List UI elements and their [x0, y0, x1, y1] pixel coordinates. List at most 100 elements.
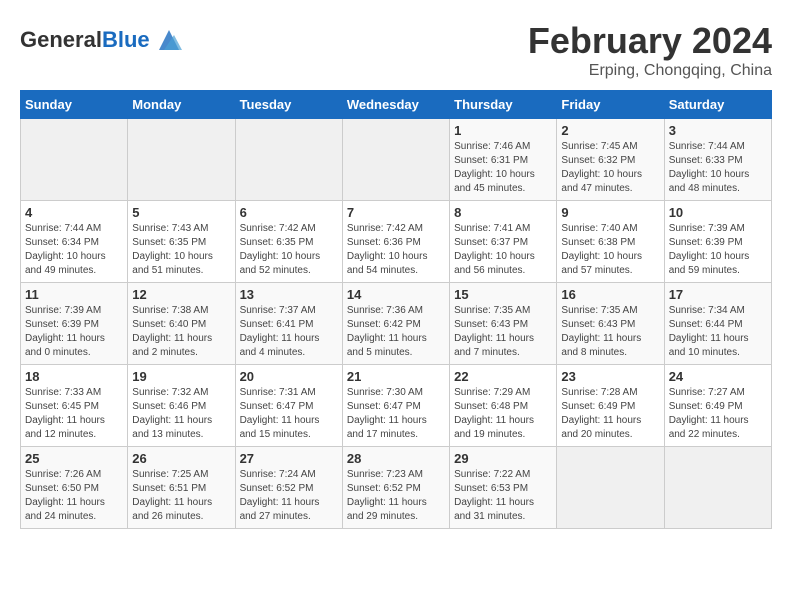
day-info: Sunrise: 7:38 AMSunset: 6:40 PMDaylight:…: [132, 304, 230, 360]
day-cell: 6 Sunrise: 7:42 AMSunset: 6:35 PMDaylight…: [235, 201, 342, 283]
header-friday: Friday: [557, 91, 664, 119]
day-cell: 3 Sunrise: 7:44 AMSunset: 6:33 PMDaylight…: [664, 119, 771, 201]
week-row-4: 18Sunrise: 7:33 AMSunset: 6:45 PMDayligh…: [21, 365, 772, 447]
day-cell: 9 Sunrise: 7:40 AMSunset: 6:38 PMDaylight…: [557, 201, 664, 283]
month-year-title: February 2024: [528, 20, 772, 62]
day-cell: [235, 119, 342, 201]
week-row-3: 11 Sunrise: 7:39 AMSunset: 6:39 PMDayligh…: [21, 283, 772, 365]
title-block: February 2024 Erping, Chongqing, China: [528, 20, 772, 80]
day-cell: 2Sunrise: 7:45 AMSunset: 6:32 PMDaylight…: [557, 119, 664, 201]
page-header: GeneralBlue February 2024 Erping, Chongq…: [20, 20, 772, 80]
day-info: Sunrise: 7:27 AMSunset: 6:49 PMDaylight:…: [669, 386, 767, 442]
day-cell: 28Sunrise: 7:23 AMSunset: 6:52 PMDayligh…: [342, 447, 449, 529]
day-info: Sunrise: 7:31 AMSunset: 6:47 PMDaylight:…: [240, 386, 338, 442]
day-info: Sunrise: 7:40 AMSunset: 6:38 PMDaylight:…: [561, 222, 659, 278]
day-number: 7: [347, 205, 445, 220]
day-number: 9: [561, 205, 659, 220]
day-number: 15: [454, 287, 552, 302]
header-saturday: Saturday: [664, 91, 771, 119]
day-info: Sunrise: 7:42 AMSunset: 6:35 PMDaylight:…: [240, 222, 338, 278]
day-cell: 12 Sunrise: 7:38 AMSunset: 6:40 PMDayligh…: [128, 283, 235, 365]
day-cell: 26 Sunrise: 7:25 AMSunset: 6:51 PMDayligh…: [128, 447, 235, 529]
day-number: 18: [25, 369, 123, 384]
header-monday: Monday: [128, 91, 235, 119]
day-cell: 19 Sunrise: 7:32 AMSunset: 6:46 PMDayligh…: [128, 365, 235, 447]
day-cell: 25 Sunrise: 7:26 AMSunset: 6:50 PMDayligh…: [21, 447, 128, 529]
day-number: 3: [669, 123, 767, 138]
day-info: Sunrise: 7:34 AMSunset: 6:44 PMDaylight:…: [669, 304, 767, 360]
day-number: 26: [132, 451, 230, 466]
calendar-table: SundayMondayTuesdayWednesdayThursdayFrid…: [20, 90, 772, 529]
day-info: Sunrise: 7:39 AMSunset: 6:39 PMDaylight:…: [25, 304, 123, 360]
day-cell: 10Sunrise: 7:39 AMSunset: 6:39 PMDayligh…: [664, 201, 771, 283]
day-info: Sunrise: 7:46 AMSunset: 6:31 PMDaylight:…: [454, 140, 552, 196]
day-number: 21: [347, 369, 445, 384]
day-number: 5: [132, 205, 230, 220]
day-info: Sunrise: 7:25 AMSunset: 6:51 PMDaylight:…: [132, 468, 230, 524]
header-tuesday: Tuesday: [235, 91, 342, 119]
header-wednesday: Wednesday: [342, 91, 449, 119]
logo-general: General: [20, 27, 102, 52]
day-info: Sunrise: 7:24 AMSunset: 6:52 PMDaylight:…: [240, 468, 338, 524]
day-cell: [21, 119, 128, 201]
day-info: Sunrise: 7:35 AMSunset: 6:43 PMDaylight:…: [454, 304, 552, 360]
day-cell: 13 Sunrise: 7:37 AMSunset: 6:41 PMDayligh…: [235, 283, 342, 365]
day-number: 16: [561, 287, 659, 302]
logo: GeneralBlue: [20, 25, 184, 55]
day-info: Sunrise: 7:43 AMSunset: 6:35 PMDaylight:…: [132, 222, 230, 278]
day-cell: 8 Sunrise: 7:41 AMSunset: 6:37 PMDaylight…: [450, 201, 557, 283]
logo-icon: [154, 25, 184, 55]
day-info: Sunrise: 7:30 AMSunset: 6:47 PMDaylight:…: [347, 386, 445, 442]
header-thursday: Thursday: [450, 91, 557, 119]
day-number: 24: [669, 369, 767, 384]
day-number: 23: [561, 369, 659, 384]
day-cell: 4Sunrise: 7:44 AMSunset: 6:34 PMDaylight…: [21, 201, 128, 283]
day-number: 12: [132, 287, 230, 302]
week-row-2: 4Sunrise: 7:44 AMSunset: 6:34 PMDaylight…: [21, 201, 772, 283]
day-info: Sunrise: 7:44 AMSunset: 6:33 PMDaylight:…: [669, 140, 767, 196]
day-cell: [128, 119, 235, 201]
day-info: Sunrise: 7:29 AMSunset: 6:48 PMDaylight:…: [454, 386, 552, 442]
day-cell: 23Sunrise: 7:28 AMSunset: 6:49 PMDayligh…: [557, 365, 664, 447]
day-number: 13: [240, 287, 338, 302]
day-number: 25: [25, 451, 123, 466]
day-info: Sunrise: 7:42 AMSunset: 6:36 PMDaylight:…: [347, 222, 445, 278]
day-info: Sunrise: 7:41 AMSunset: 6:37 PMDaylight:…: [454, 222, 552, 278]
location-title: Erping, Chongqing, China: [528, 62, 772, 80]
day-number: 22: [454, 369, 552, 384]
day-number: 11: [25, 287, 123, 302]
day-number: 20: [240, 369, 338, 384]
day-cell: 5 Sunrise: 7:43 AMSunset: 6:35 PMDaylight…: [128, 201, 235, 283]
day-number: 8: [454, 205, 552, 220]
day-number: 28: [347, 451, 445, 466]
calendar-header-row: SundayMondayTuesdayWednesdayThursdayFrid…: [21, 91, 772, 119]
day-info: Sunrise: 7:26 AMSunset: 6:50 PMDaylight:…: [25, 468, 123, 524]
day-cell: 7 Sunrise: 7:42 AMSunset: 6:36 PMDaylight…: [342, 201, 449, 283]
day-number: 19: [132, 369, 230, 384]
day-cell: 1Sunrise: 7:46 AMSunset: 6:31 PMDaylight…: [450, 119, 557, 201]
day-cell: 27 Sunrise: 7:24 AMSunset: 6:52 PMDayligh…: [235, 447, 342, 529]
day-cell: 17 Sunrise: 7:34 AMSunset: 6:44 PMDayligh…: [664, 283, 771, 365]
day-cell: 24 Sunrise: 7:27 AMSunset: 6:49 PMDayligh…: [664, 365, 771, 447]
day-info: Sunrise: 7:37 AMSunset: 6:41 PMDaylight:…: [240, 304, 338, 360]
day-cell: [557, 447, 664, 529]
day-number: 6: [240, 205, 338, 220]
day-cell: 18Sunrise: 7:33 AMSunset: 6:45 PMDayligh…: [21, 365, 128, 447]
logo-blue: Blue: [102, 27, 150, 52]
week-row-5: 25 Sunrise: 7:26 AMSunset: 6:50 PMDayligh…: [21, 447, 772, 529]
day-info: Sunrise: 7:39 AMSunset: 6:39 PMDaylight:…: [669, 222, 767, 278]
day-number: 14: [347, 287, 445, 302]
week-row-1: 1Sunrise: 7:46 AMSunset: 6:31 PMDaylight…: [21, 119, 772, 201]
day-info: Sunrise: 7:44 AMSunset: 6:34 PMDaylight:…: [25, 222, 123, 278]
day-cell: 29Sunrise: 7:22 AMSunset: 6:53 PMDayligh…: [450, 447, 557, 529]
day-info: Sunrise: 7:45 AMSunset: 6:32 PMDaylight:…: [561, 140, 659, 196]
day-info: Sunrise: 7:36 AMSunset: 6:42 PMDaylight:…: [347, 304, 445, 360]
day-number: 27: [240, 451, 338, 466]
day-info: Sunrise: 7:32 AMSunset: 6:46 PMDaylight:…: [132, 386, 230, 442]
day-cell: 14 Sunrise: 7:36 AMSunset: 6:42 PMDayligh…: [342, 283, 449, 365]
day-cell: [342, 119, 449, 201]
day-number: 17: [669, 287, 767, 302]
day-info: Sunrise: 7:22 AMSunset: 6:53 PMDaylight:…: [454, 468, 552, 524]
day-cell: 16Sunrise: 7:35 AMSunset: 6:43 PMDayligh…: [557, 283, 664, 365]
day-cell: 21 Sunrise: 7:30 AMSunset: 6:47 PMDayligh…: [342, 365, 449, 447]
